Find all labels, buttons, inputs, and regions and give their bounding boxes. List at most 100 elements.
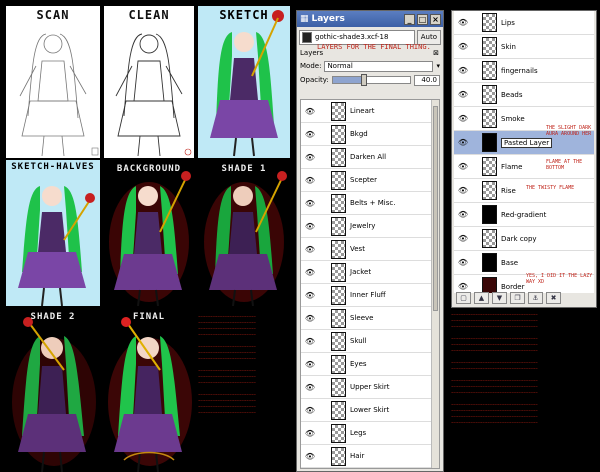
- layer-row[interactable]: 👁 Beads: [454, 83, 594, 107]
- layer-name: Upper Skirt: [350, 383, 390, 391]
- layer-row[interactable]: 👁 Vest: [301, 238, 439, 261]
- panel-label: SHADE 1: [221, 164, 267, 174]
- layer-name: Jewelry: [350, 222, 376, 230]
- eye-icon[interactable]: 👁: [454, 114, 472, 123]
- eye-icon[interactable]: 👁: [301, 291, 319, 300]
- layer-thumbnail: [331, 446, 346, 466]
- eye-icon[interactable]: 👁: [454, 210, 472, 219]
- eye-icon[interactable]: 👁: [301, 429, 319, 438]
- opacity-value[interactable]: 40.0: [414, 74, 440, 86]
- layer-row[interactable]: 👁 Inner Fluff: [301, 284, 439, 307]
- panel-clean: CLEAN: [104, 6, 194, 158]
- panel-scan: SCAN: [6, 6, 100, 158]
- layer-scrollbar[interactable]: [431, 100, 439, 468]
- layer-thumbnail: [331, 101, 346, 121]
- layer-row[interactable]: 👁 Belts + Misc.: [301, 192, 439, 215]
- opacity-slider[interactable]: [331, 74, 411, 86]
- eye-icon[interactable]: 👁: [301, 337, 319, 346]
- eye-icon[interactable]: 👁: [301, 360, 319, 369]
- layer-name: Belts + Misc.: [350, 199, 396, 207]
- eye-icon[interactable]: 👁: [454, 282, 472, 291]
- layer-thumbnail: [482, 181, 497, 200]
- panel-label: CLEAN: [128, 8, 170, 22]
- layer-row[interactable]: 👁 fingernails: [454, 59, 594, 83]
- eye-icon[interactable]: 👁: [454, 186, 472, 195]
- layer-name: Skull: [350, 337, 367, 345]
- layer-row[interactable]: 👁 Rise: [454, 179, 594, 203]
- smoke-note: THE SLIGHT DARK AURA AROUND HER: [546, 125, 592, 137]
- final-figure: [108, 317, 192, 472]
- layers-dock-continued: 👁 Lips 👁 Skin 👁 fingernails 👁 Beads 👁 Smoke 👁 Paste…: [451, 10, 597, 308]
- layer-thumbnail: [331, 262, 346, 282]
- layer-row[interactable]: 👁 Skin: [454, 35, 594, 59]
- layer-thumbnail: [331, 354, 346, 374]
- eye-icon[interactable]: 👁: [301, 245, 319, 254]
- layer-row[interactable]: 👁 Lineart: [301, 100, 439, 123]
- delete-layer-icon[interactable]: ✖: [546, 292, 561, 304]
- sketch-figure: [210, 10, 284, 157]
- layer-row[interactable]: 👁 Legs: [301, 422, 439, 445]
- layer-row[interactable]: 👁 Red-gradient: [454, 203, 594, 227]
- eye-icon[interactable]: 👁: [454, 258, 472, 267]
- layer-thumbnail: [331, 285, 346, 305]
- new-layer-icon[interactable]: ▢: [456, 292, 471, 304]
- layer-name: Vest: [350, 245, 365, 253]
- layer-row[interactable]: 👁 Sleeve: [301, 307, 439, 330]
- lower-layer-icon[interactable]: ▼: [492, 292, 507, 304]
- maximize-icon[interactable]: □: [417, 13, 428, 25]
- layer-row[interactable]: 👁 Hair: [301, 445, 439, 468]
- layers-titlebar[interactable]: ▦ Layers _ □ ×: [297, 11, 443, 27]
- layer-name: Smoke: [501, 114, 525, 123]
- eye-icon[interactable]: 👁: [301, 383, 319, 392]
- layers-window-icon: ▦: [300, 14, 309, 24]
- eye-icon[interactable]: 👁: [301, 176, 319, 185]
- layer-button-bar: ▢ ▲ ▼ ❐ ⚓ ✖: [454, 292, 594, 306]
- chevron-down-icon[interactable]: ▾: [436, 62, 440, 70]
- eye-icon[interactable]: 👁: [454, 90, 472, 99]
- layer-thumbnail: [482, 85, 497, 104]
- layer-thumbnail: [482, 205, 497, 224]
- eye-icon[interactable]: 👁: [454, 18, 472, 27]
- eye-icon[interactable]: 👁: [301, 406, 319, 415]
- eye-icon[interactable]: 👁: [301, 199, 319, 208]
- layer-thumbnail: [331, 193, 346, 213]
- eye-icon[interactable]: 👁: [301, 107, 319, 116]
- eye-icon[interactable]: 👁: [301, 452, 319, 461]
- eye-icon[interactable]: 👁: [301, 222, 319, 231]
- minimize-icon[interactable]: _: [404, 13, 415, 25]
- eye-icon[interactable]: 👁: [454, 42, 472, 51]
- eye-icon[interactable]: 👁: [454, 138, 472, 147]
- layer-row[interactable]: 👁 Lower Skirt: [301, 399, 439, 422]
- layer-row[interactable]: 👁 Darken All: [301, 146, 439, 169]
- layer-row[interactable]: 👁 Eyes: [301, 353, 439, 376]
- mode-select[interactable]: Normal: [324, 60, 434, 72]
- eye-icon[interactable]: 👁: [454, 162, 472, 171]
- eye-icon[interactable]: 👁: [301, 153, 319, 162]
- eye-icon[interactable]: 👁: [301, 268, 319, 277]
- scrollbar-thumb[interactable]: [433, 106, 438, 311]
- layer-row[interactable]: 👁 Base: [454, 251, 594, 275]
- eye-icon[interactable]: 👁: [301, 314, 319, 323]
- layer-row[interactable]: 👁 Skull: [301, 330, 439, 353]
- layer-row[interactable]: 👁 Bkgd: [301, 123, 439, 146]
- tab-close-icon[interactable]: ⊠: [433, 49, 439, 57]
- layer-row[interactable]: 👁 Scepter: [301, 169, 439, 192]
- panel-label: FINAL: [132, 312, 166, 322]
- close-icon[interactable]: ×: [430, 13, 441, 25]
- layer-thumbnail: [331, 423, 346, 443]
- raise-layer-icon[interactable]: ▲: [474, 292, 489, 304]
- panel-sketch-halves: SKETCH-HALVES: [6, 160, 100, 306]
- opacity-knob[interactable]: [361, 74, 368, 86]
- layer-row[interactable]: 👁 Jacket: [301, 261, 439, 284]
- eye-icon[interactable]: 👁: [301, 130, 319, 139]
- eye-icon[interactable]: 👁: [454, 66, 472, 75]
- layer-row[interactable]: 👁 Upper Skirt: [301, 376, 439, 399]
- layer-row[interactable]: 👁 Jewelry: [301, 215, 439, 238]
- anchor-layer-icon[interactable]: ⚓: [528, 292, 543, 304]
- layer-name: Hair: [350, 452, 365, 460]
- duplicate-layer-icon[interactable]: ❐: [510, 292, 525, 304]
- layer-row[interactable]: 👁 Lips: [454, 11, 594, 35]
- layer-row[interactable]: 👁 Dark copy: [454, 227, 594, 251]
- opacity-label: Opacity:: [300, 76, 329, 84]
- eye-icon[interactable]: 👁: [454, 234, 472, 243]
